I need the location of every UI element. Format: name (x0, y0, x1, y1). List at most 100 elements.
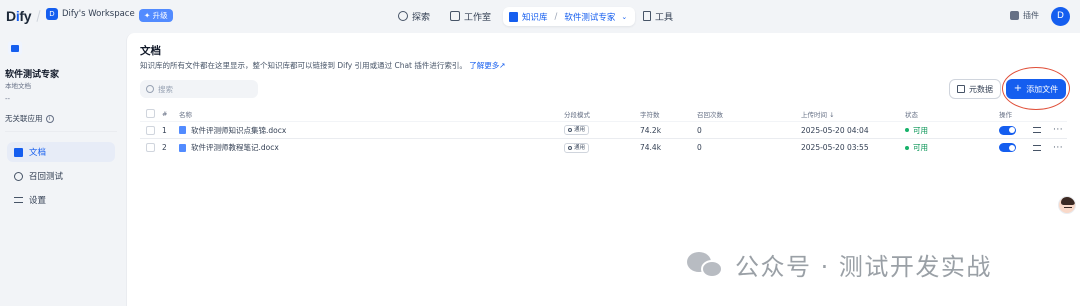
more-icon[interactable]: ··· (1053, 126, 1063, 135)
row-index: 2 (162, 143, 167, 152)
row-file-name[interactable]: 软件评测师教程笔记.docx (191, 142, 279, 153)
sidebar-item-label: 召回测试 (29, 172, 64, 182)
row-checkbox[interactable] (146, 143, 155, 152)
word-file-icon (179, 143, 186, 152)
kb-name: 软件测试专家 (5, 70, 60, 80)
linked-apps[interactable]: 无关联应用 i (5, 113, 54, 124)
chevron-down-icon: ⌄ (621, 12, 628, 21)
nav-knowledge-label: 知识库 (522, 12, 548, 23)
logo-text-d: D (6, 8, 16, 24)
nav-knowledge[interactable]: 知识库 / 软件测试专家 ⌄ (503, 7, 636, 26)
settings-sliders-icon[interactable] (1033, 144, 1041, 151)
row-mode-cell: 通用 (564, 122, 590, 138)
header-hits: 召回次数 (697, 110, 723, 119)
user-avatar[interactable]: D (1051, 7, 1070, 26)
linked-apps-label: 无关联应用 (5, 114, 43, 123)
sidebar-item-retrieval-test[interactable]: 召回测试 (7, 166, 115, 186)
header-chars: 字符数 (640, 110, 660, 119)
workspace-name: Dify's Workspace (62, 9, 135, 19)
status-badge: 可用 (905, 122, 928, 138)
status-dot (905, 145, 909, 150)
row-name-cell[interactable]: 软件评测师知识点集锦.docx (179, 122, 286, 138)
logo-separator (36, 10, 41, 22)
settings-sliders-icon[interactable] (1033, 127, 1041, 133)
nav-tools[interactable]: 工具 (643, 7, 673, 25)
row-upload-time: 2025-05-20 04:04 (801, 125, 869, 135)
kb-type: 本地文档 (5, 82, 31, 90)
nav-studio-label: 工作室 (464, 12, 492, 23)
row-file-name[interactable]: 软件评测师知识点集锦.docx (191, 125, 286, 136)
terminal-icon (450, 11, 460, 21)
kb-description: -- (5, 95, 11, 103)
row-enable-cell (999, 122, 1016, 138)
sidebar-item-label: 文档 (29, 148, 47, 158)
sidebar-item-settings[interactable]: 设置 (7, 190, 115, 210)
metadata-icon (957, 85, 965, 93)
documents-table: # 名称 分段模式 字符数 召回次数 上传时间 ↓ 状态 操作 1 软件评测师知… (140, 106, 1067, 156)
wechat-icon (687, 250, 727, 280)
top-navbar: Dify D Dify's Workspace ⌄ ✦ 升级 探索 工作室 知识… (0, 0, 1080, 33)
table-row[interactable]: 2 软件评测师教程笔记.docx 通用 74.4k 0 2025-05-20 0… (140, 139, 1067, 156)
word-file-icon (179, 126, 186, 134)
workspace-avatar: D (46, 8, 58, 20)
row-index: 1 (162, 125, 167, 135)
header-actions: 操作 (999, 110, 1012, 119)
assistant-avatar-icon[interactable] (1058, 196, 1076, 214)
nav-explore-label: 探索 (412, 12, 431, 23)
row-chars: 74.2k (640, 125, 662, 135)
search-input[interactable] (158, 84, 248, 94)
plugins-button[interactable]: 插件 (1010, 10, 1039, 21)
watermark-text: 公众号 · 测试开发实战 (735, 253, 992, 281)
row-hits: 0 (697, 143, 702, 152)
more-icon[interactable]: ··· (1053, 143, 1063, 152)
header-name: 名称 (179, 110, 192, 119)
search-box[interactable] (140, 80, 258, 98)
page-title: 文档 (140, 45, 161, 57)
watermark: 公众号 · 测试开发实战 (687, 247, 992, 282)
hammer-icon (643, 11, 651, 21)
info-icon[interactable]: i (45, 114, 54, 123)
sliders-icon (14, 197, 23, 203)
dify-logo[interactable]: Dify (6, 8, 32, 24)
metadata-button[interactable]: 元数据 (949, 79, 1001, 99)
description-text: 知识库的所有文件都在这里显示，整个知识库都可以链接到 Dify 引用或通过 Ch… (140, 61, 467, 70)
sidebar-item-label: 设置 (29, 196, 47, 206)
target-icon (14, 171, 23, 181)
nav-studio[interactable]: 工作室 (450, 7, 491, 25)
enable-toggle[interactable] (999, 125, 1016, 135)
nav-divider: / (554, 11, 558, 22)
current-kb-selector[interactable]: 软件测试专家 (564, 11, 615, 23)
row-mode-cell: 通用 (564, 139, 590, 156)
status-badge: 可用 (905, 139, 928, 156)
page-description: 知识库的所有文件都在这里显示，整个知识库都可以链接到 Dify 引用或通过 Ch… (140, 60, 506, 71)
header-upload-time[interactable]: 上传时间 ↓ (801, 106, 835, 121)
workspace-switcher[interactable]: D Dify's Workspace ⌄ (46, 8, 146, 20)
status-dot (905, 128, 909, 132)
status-label: 可用 (913, 143, 928, 152)
row-checkbox[interactable] (146, 125, 155, 135)
table-row[interactable]: 1 软件评测师知识点集锦.docx 通用 74.2k 0 2025-05-20 … (140, 122, 1067, 139)
row-name-cell[interactable]: 软件评测师教程笔记.docx (179, 139, 279, 156)
general-icon (568, 145, 572, 150)
sidebar-divider (5, 131, 117, 132)
sidebar-item-documents[interactable]: 文档 (7, 142, 115, 162)
header-mode: 分段模式 (564, 110, 590, 119)
nav-explore[interactable]: 探索 (398, 7, 430, 25)
mode-badge: 通用 (564, 142, 590, 153)
select-all-cell (146, 106, 155, 121)
row-chars: 74.4k (640, 143, 662, 152)
row-select-cell (146, 122, 155, 138)
enable-toggle[interactable] (999, 143, 1016, 152)
general-icon (568, 128, 572, 132)
row-more-cell: ··· (1053, 122, 1063, 138)
row-upload-time: 2025-05-20 03:55 (801, 143, 869, 152)
select-all-checkbox[interactable] (146, 109, 155, 118)
document-icon (14, 147, 23, 157)
learn-more-link[interactable]: 了解更多↗ (469, 61, 505, 70)
upgrade-button[interactable]: ✦ 升级 (139, 9, 173, 22)
plugins-label: 插件 (1023, 11, 1039, 20)
mode-badge: 通用 (564, 125, 590, 135)
highlight-annotation (1002, 67, 1070, 110)
cube-icon (1010, 11, 1019, 20)
mode-badge-label: 通用 (574, 127, 586, 133)
